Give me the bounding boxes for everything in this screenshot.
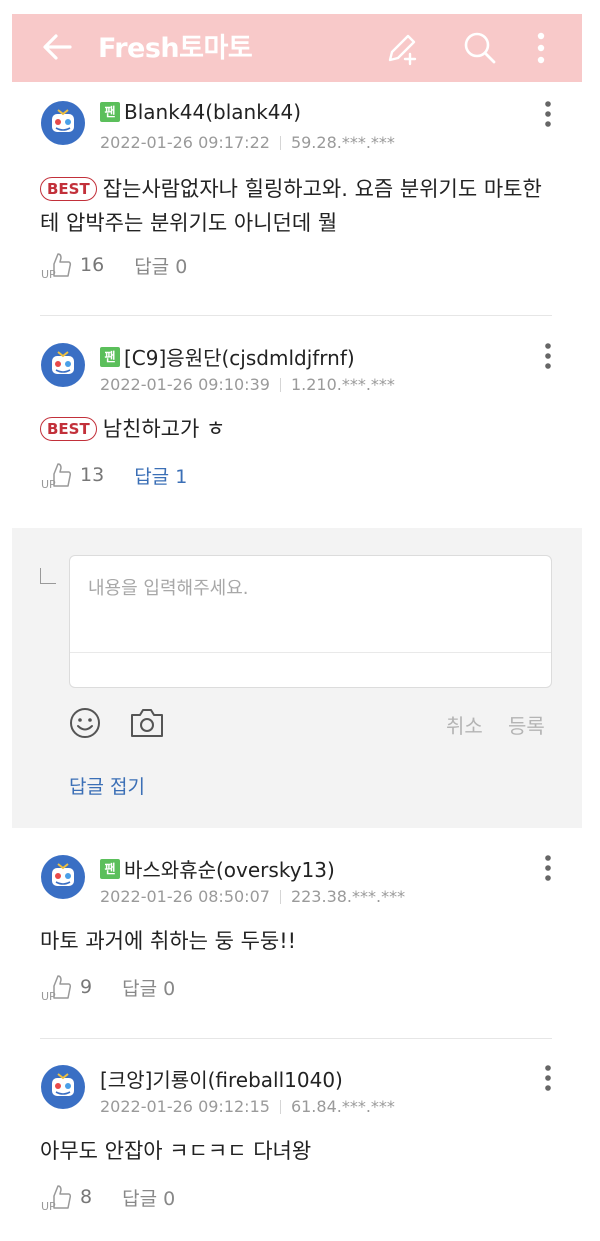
- divider: [70, 652, 551, 653]
- reply-link[interactable]: 답글 0: [122, 974, 175, 1001]
- divider: [279, 135, 281, 150]
- up-count: 13: [80, 464, 105, 486]
- fan-badge: 팬: [100, 858, 120, 879]
- avatar[interactable]: [40, 100, 86, 146]
- fan-badge: 팬: [100, 102, 120, 122]
- reply-label: 답글: [134, 255, 170, 278]
- pencil-plus-icon[interactable]: [384, 30, 420, 66]
- thumbs-up-icon[interactable]: UP: [40, 250, 74, 280]
- comment-item: 팬 바스와휴순(oversky13) 2022-01-26 08:50:07 2…: [40, 854, 560, 1014]
- emoji-icon[interactable]: [68, 706, 102, 740]
- comment-date: 2022-01-26 09:10:39: [100, 375, 270, 394]
- divider: [40, 315, 552, 316]
- comment-text: 잡는사람없자나 힐링하고와. 요즘 분위기도 마토한테 압박주는 분위기도 아니…: [40, 177, 542, 235]
- comment-author[interactable]: 팬 [C9]응원단(cjsdmldjfrnf): [100, 342, 355, 371]
- comment-actions: UP 8 답글 0: [40, 1182, 175, 1212]
- reply-count: 0: [163, 1187, 176, 1210]
- comment-date: 2022-01-26 09:17:22: [100, 133, 270, 152]
- author-name: [C9]응원단(cjsdmldjfrnf): [124, 346, 355, 370]
- best-badge: BEST: [40, 417, 97, 441]
- author-name: [크앙]기룡이(fireball1040): [100, 1068, 343, 1092]
- comment-actions: UP 9 답글 0: [40, 972, 175, 1002]
- fold-replies-link[interactable]: 답글 접기: [69, 772, 145, 799]
- comment-actions: UP 13 답글 1: [40, 460, 187, 490]
- comment-item: [크앙]기룡이(fireball1040) 2022-01-26 09:12:1…: [40, 1064, 560, 1224]
- comment-text: 마토 과거에 취하는 둥 두둥!!: [40, 929, 297, 953]
- reply-form: 취소 등록 답글 접기: [12, 528, 582, 828]
- app-header: Fresh토마토: [12, 14, 582, 82]
- best-badge: BEST: [40, 177, 97, 201]
- divider: [40, 1038, 552, 1039]
- comment-meta: 2022-01-26 09:10:39 1.210.***.***: [100, 375, 395, 394]
- author-name: 바스와휴순(oversky13): [124, 858, 335, 882]
- reply-indent-icon: [40, 568, 56, 584]
- comment-more-icon[interactable]: [536, 342, 560, 372]
- reply-label: 답글: [122, 1187, 158, 1210]
- author-name: Blank44(blank44): [124, 100, 302, 124]
- avatar[interactable]: [40, 854, 86, 900]
- comment-meta: 2022-01-26 09:17:22 59.28.***.***: [100, 133, 395, 152]
- thumbs-up-icon[interactable]: UP: [40, 972, 74, 1002]
- camera-icon[interactable]: [129, 706, 165, 740]
- reply-count: 0: [163, 977, 176, 1000]
- reply-link[interactable]: 답글 0: [122, 1184, 175, 1211]
- comment-item: 팬 Blank44(blank44) 2022-01-26 09:17:22 5…: [40, 100, 560, 290]
- comment-ip: 61.84.***.***: [290, 1097, 395, 1116]
- up-count: 16: [80, 254, 105, 276]
- reply-label: 답글: [134, 465, 170, 488]
- comment-text: 남친하고가 ㅎ: [102, 417, 226, 441]
- comment-date: 2022-01-26 09:12:15: [100, 1097, 270, 1116]
- up-count: 8: [80, 1186, 93, 1208]
- divider: [279, 1099, 281, 1114]
- cancel-button[interactable]: 취소: [446, 710, 483, 739]
- thumbs-up-icon[interactable]: UP: [40, 1182, 74, 1212]
- comment-more-icon[interactable]: [536, 854, 560, 884]
- comment-meta: 2022-01-26 08:50:07 223.38.***.***: [100, 887, 405, 906]
- comment-text-block: BEST 남친하고가 ㅎ: [40, 412, 560, 446]
- reply-link[interactable]: 답글 1: [134, 462, 187, 489]
- comment-ip: 59.28.***.***: [290, 133, 395, 152]
- comment-more-icon[interactable]: [536, 100, 560, 130]
- up-count: 9: [80, 976, 93, 998]
- comment-author[interactable]: [크앙]기룡이(fireball1040): [100, 1064, 343, 1093]
- comment-date: 2022-01-26 08:50:07: [100, 887, 270, 906]
- reply-count: 0: [175, 255, 188, 278]
- comment-meta: 2022-01-26 09:12:15 61.84.***.***: [100, 1097, 395, 1116]
- divider: [279, 889, 281, 904]
- fan-badge: 팬: [100, 346, 120, 367]
- comment-author[interactable]: 팬 바스와휴순(oversky13): [100, 854, 335, 883]
- avatar[interactable]: [40, 1064, 86, 1110]
- comment-text-block: BEST 잡는사람없자나 힐링하고와. 요즘 분위기도 마토한테 압박주는 분위기…: [40, 172, 560, 240]
- reply-link[interactable]: 답글 0: [134, 252, 187, 279]
- reply-input-box: [69, 555, 552, 688]
- avatar[interactable]: [40, 342, 86, 388]
- reply-input[interactable]: [70, 556, 551, 651]
- reply-count: 1: [175, 465, 188, 488]
- comment-more-icon[interactable]: [536, 1064, 560, 1094]
- comment-ip: 1.210.***.***: [290, 375, 395, 394]
- comment-author[interactable]: 팬 Blank44(blank44): [100, 100, 301, 124]
- divider: [279, 377, 281, 392]
- back-arrow-icon[interactable]: [40, 30, 74, 64]
- submit-button[interactable]: 등록: [508, 710, 545, 739]
- search-icon[interactable]: [462, 30, 498, 66]
- comment-text: 아무도 안잡아 ㅋㄷㅋㄷ 다녀왕: [40, 1139, 312, 1163]
- comment-ip: 223.38.***.***: [290, 887, 406, 906]
- thumbs-up-icon[interactable]: UP: [40, 460, 74, 490]
- page-title: Fresh토마토: [98, 33, 253, 64]
- comment-item: 팬 [C9]응원단(cjsdmldjfrnf) 2022-01-26 09:10…: [40, 342, 560, 502]
- more-vertical-icon[interactable]: [524, 30, 558, 66]
- comment-actions: UP 16 답글 0: [40, 250, 187, 280]
- reply-label: 답글: [122, 977, 158, 1000]
